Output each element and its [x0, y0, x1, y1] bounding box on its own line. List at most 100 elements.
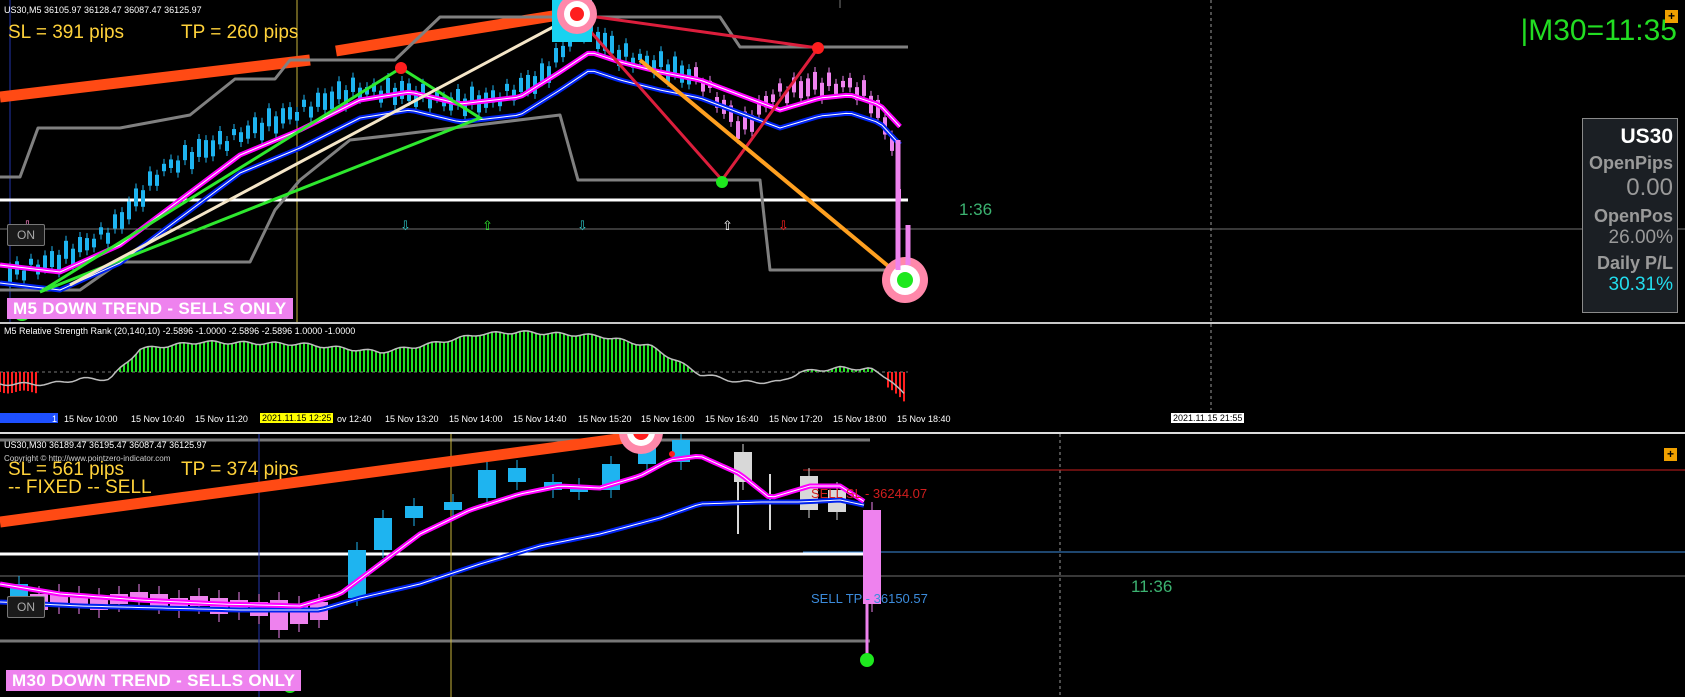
m30-on-button[interactable]: ON — [7, 596, 45, 618]
pivot-dot — [716, 176, 728, 188]
candle-body — [561, 45, 565, 58]
candle-body — [253, 117, 257, 134]
open-pos-label: OpenPos — [1593, 206, 1673, 226]
time-tick: 15 Nov 10:40 — [131, 414, 185, 424]
candle-body — [834, 83, 838, 94]
time-tick: 15 Nov 16:00 — [641, 414, 695, 424]
candle-body — [141, 190, 145, 207]
m30-chart-header: US30,M30 36189.47 36195.47 36087.47 3612… — [4, 440, 207, 450]
candle-body — [99, 227, 103, 235]
candle-body — [374, 518, 392, 550]
m30-candle-countdown: 11:36 — [1131, 577, 1173, 596]
candle-body — [43, 255, 47, 269]
candle-body — [176, 160, 180, 173]
open-pos-value: 26.00% — [1608, 227, 1673, 248]
candle-body — [337, 81, 341, 100]
candle-body — [162, 163, 166, 172]
candle-body — [519, 77, 523, 92]
candle-body — [190, 151, 194, 170]
candle-body — [106, 232, 110, 244]
expand-plus-icon[interactable]: + — [1664, 448, 1677, 461]
m5-chart-pane[interactable]: ⇩⇩⇧⇩⇧⇩ US30,M5 36105.97 36128.47 36087.4… — [0, 0, 1685, 322]
candle-body — [29, 258, 33, 265]
time-tick: 15 Nov 16:40 — [705, 414, 759, 424]
trend-band — [335, 8, 566, 57]
harmonic-cream — [69, 16, 571, 287]
rsr-indicator-pane[interactable]: M5 Relative Strength Rank (20,140,10) -2… — [0, 324, 1685, 410]
daily-pl-label: Daily P/L — [1596, 253, 1673, 273]
candle-body — [50, 251, 54, 267]
candle-body — [127, 201, 131, 220]
candle-body — [330, 91, 334, 110]
m30-chart-pane[interactable]: US30,M30 36189.47 36195.47 36087.47 3612… — [0, 434, 1685, 697]
candle-body — [316, 92, 320, 107]
candle-body — [508, 468, 526, 482]
m30-timer: |M30=11:35 — [1520, 14, 1677, 47]
m5-candle-countdown: 1:36 — [959, 200, 993, 219]
pivot-dot — [860, 653, 874, 667]
candle-body — [295, 111, 299, 121]
candle-body — [827, 72, 831, 87]
time-tick: 1 — [52, 414, 58, 424]
time-axis-right-badge: 2021.11.15 21:55 — [1171, 413, 1245, 423]
candle-body — [246, 125, 250, 139]
expand-plus-icon[interactable]: + — [1665, 10, 1678, 23]
m5-on-button[interactable]: ON — [7, 224, 45, 246]
time-tick: 15 Nov 14:40 — [513, 414, 567, 424]
candle-body — [386, 77, 390, 94]
time-tick: 15 Nov 13:20 — [385, 414, 439, 424]
candle-body — [862, 80, 866, 96]
candle-body — [405, 506, 423, 518]
candle-body — [673, 56, 677, 75]
candle-body — [444, 502, 462, 510]
sell-sl-label: SELL SL - 36244.07 — [811, 486, 928, 501]
candle-body — [183, 145, 187, 161]
candle-body — [505, 83, 509, 91]
candle-body — [351, 77, 355, 92]
candle-body — [799, 81, 803, 99]
candle-body — [806, 78, 810, 97]
rsr-header: M5 Relative Strength Rank (20,140,10) -2… — [4, 326, 356, 336]
m5-price-chart[interactable]: ⇩⇩⇧⇩⇧⇩ — [0, 0, 1685, 322]
candle-body — [736, 121, 740, 139]
candle-body — [197, 138, 201, 157]
candle-body — [113, 214, 117, 229]
m5-trend-badge: M5 DOWN TREND - SELLS ONLY — [7, 298, 293, 319]
candle-body — [204, 140, 208, 158]
candle-body — [281, 108, 285, 124]
candle-body — [120, 212, 124, 229]
time-tick: 15 Nov 11:20 — [195, 414, 248, 424]
candle-body — [554, 48, 558, 63]
target-dot — [570, 7, 584, 21]
candle-body — [302, 99, 306, 107]
candle-body — [148, 171, 152, 186]
candle-body — [267, 108, 271, 127]
candle-body — [323, 93, 327, 110]
arrow-icon: ⇧ — [482, 219, 493, 234]
candle-body — [64, 240, 68, 259]
candle-body — [848, 77, 852, 88]
candle-body — [863, 510, 881, 604]
candle-body — [771, 94, 775, 103]
open-pips-value: 0.00 — [1626, 174, 1673, 201]
candle-body — [624, 43, 628, 57]
sell-tp-label: SELL TP - 36150.57 — [811, 591, 928, 606]
candle-body — [260, 122, 264, 141]
candle-body — [540, 63, 544, 82]
m5-tp-label: TP = 260 pips — [181, 22, 299, 43]
pivot-dot — [812, 42, 824, 54]
time-tick: 15 Nov 18:40 — [897, 414, 951, 424]
candle-body — [22, 270, 26, 281]
arrow-icon: ⇩ — [778, 219, 789, 234]
time-crosshair-badge: 2021.11.15 12:25 — [260, 413, 334, 423]
m30-mode-label: -- FIXED -- SELL — [8, 477, 152, 498]
candle-body — [428, 98, 432, 109]
candle-body — [659, 51, 663, 68]
candle-body — [239, 132, 243, 142]
candle-body — [92, 238, 96, 248]
candle-body — [8, 267, 12, 284]
m5-sl-label: SL = 391 pips — [8, 22, 125, 43]
panel-symbol: US30 — [1620, 125, 1673, 148]
time-axis[interactable]: 15 Nov 09:20 1 15 Nov 10:00 15 Nov 10:40… — [0, 410, 1685, 432]
time-tick: ov 12:40 — [337, 414, 372, 424]
